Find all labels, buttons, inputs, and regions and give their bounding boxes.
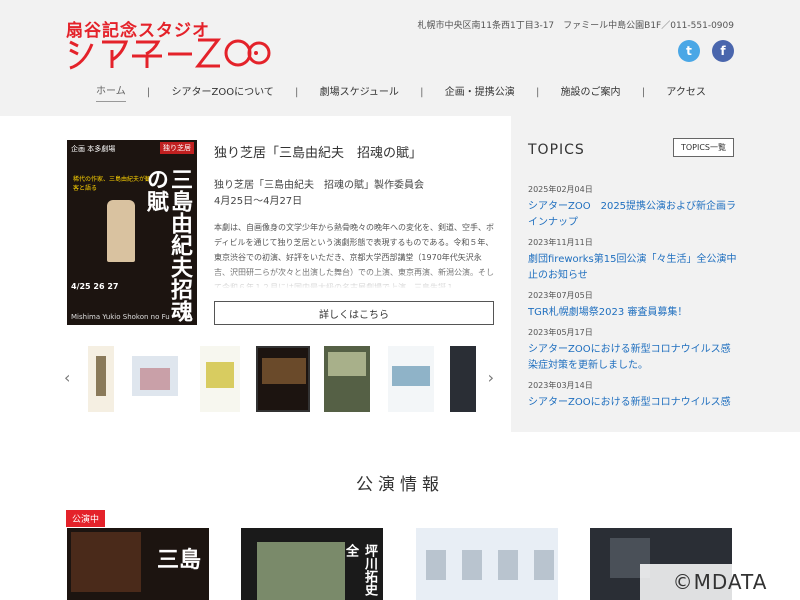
address-text: 札幌市中央区南11条西1丁目3-17 ファミール中島公園B1F／011-551-…	[417, 21, 734, 31]
carousel-thumb[interactable]	[450, 346, 476, 412]
feature-dates: 4月25日〜4月27日	[214, 196, 303, 207]
feature-title: 独り芝居「三島由紀夫 招魂の賦」	[214, 146, 423, 161]
show-card-label: 三島	[156, 548, 201, 573]
topic-item: 2023年03月14日 シアターZOOにおける新型コロナウイルス感染症対策	[528, 380, 738, 410]
topic-link[interactable]: シアターZOO 2025提携公演および新企画ラインナップ	[528, 199, 738, 231]
carousel-thumb[interactable]	[200, 346, 240, 412]
topic-date: 2025年02月04日	[528, 185, 593, 194]
site-header: 扇谷記念スタジオ 札幌市中央区南11条西1丁目3-17 ファミール中島公園B1F…	[0, 0, 800, 116]
poster-tagline: 稀代の作家、三島由紀夫が観客と語る	[73, 176, 152, 192]
topic-item: 2023年07月05日 TGR札幌劇場祭2023 審査員募集！	[528, 290, 738, 321]
topic-link[interactable]: シアターZOOにおける新型コロナウイルス感染症対策	[528, 395, 738, 410]
feature-poster[interactable]: 企画 本多劇場 独り芝居 稀代の作家、三島由紀夫が観客と語る 三島由紀夫招魂の賦…	[67, 140, 197, 325]
topics-list-button[interactable]: TOPICS一覧	[672, 138, 734, 157]
show-card[interactable]	[416, 528, 558, 600]
carousel-thumb[interactable]	[132, 356, 178, 396]
topic-date: 2023年07月05日	[528, 291, 593, 300]
poster-carousel: ‹ ›	[62, 342, 502, 416]
topic-date: 2023年11月11日	[528, 238, 593, 247]
topic-item: 2023年05月17日 シアターZOOにおける新型コロナウイルス感染症対策を更新…	[528, 327, 738, 374]
topic-date: 2023年03月14日	[528, 381, 593, 390]
topic-link[interactable]: 劇団fireworks第15回公演「々生活」全公演中止のお知らせ	[528, 252, 738, 284]
social-links: t f	[678, 40, 734, 62]
carousel-thumb[interactable]	[324, 346, 370, 412]
chevron-left-icon[interactable]: ‹	[64, 368, 70, 387]
facebook-icon[interactable]: f	[712, 40, 734, 62]
nav-separator: |	[295, 86, 299, 98]
feature-section: 企画 本多劇場 独り芝居 稀代の作家、三島由紀夫が観客と語る 三島由紀夫招魂の賦…	[0, 116, 511, 432]
poster-badge: 独り芝居	[160, 142, 194, 154]
nav-item-access[interactable]: アクセス	[666, 83, 706, 102]
description-fade	[214, 268, 494, 290]
topic-link[interactable]: TGR札幌劇場祭2023 審査員募集！	[528, 305, 738, 321]
poster-top-text: 企画 本多劇場	[71, 145, 116, 153]
carousel-thumb-active[interactable]	[256, 346, 310, 412]
shows-section-title: 公演情報	[356, 475, 444, 495]
topics-list[interactable]: 2025年02月04日 シアターZOO 2025提携公演および新企画ラインナップ…	[528, 178, 738, 410]
nav-separator: |	[146, 86, 151, 98]
topic-item: 2025年02月04日 シアターZOO 2025提携公演および新企画ラインナップ	[528, 184, 738, 231]
poster-dates: 4/25 26 27	[71, 282, 119, 291]
main-nav: ホーム | シアターZOOについて | 劇場スケジュール | 企画・提携公演 |…	[96, 82, 706, 102]
topic-link[interactable]: シアターZOOにおける新型コロナウイルス感染症対策を更新しました。	[528, 342, 738, 374]
nav-item-about[interactable]: シアターZOOについて	[172, 83, 274, 102]
nav-item-schedule[interactable]: 劇場スケジュール	[320, 83, 399, 102]
poster-english-title: Mishima Yukio Shokon no Fu	[71, 313, 170, 321]
twitter-icon[interactable]: t	[678, 40, 700, 62]
nav-separator: |	[420, 86, 424, 98]
nav-item-productions[interactable]: 企画・提携公演	[445, 83, 515, 102]
feature-organizer: 独り芝居「三島由紀夫 招魂の賦」製作委員会	[214, 180, 424, 191]
nav-item-home[interactable]: ホーム	[96, 82, 126, 102]
show-card[interactable]: 坪川拓史全	[241, 528, 383, 600]
show-card[interactable]: 三島	[67, 528, 209, 600]
poster-figure-image	[107, 200, 135, 262]
carousel-thumb[interactable]	[88, 346, 114, 412]
details-button[interactable]: 詳しくはこちら	[214, 301, 494, 325]
topics-panel: TOPICS TOPICS一覧 2025年02月04日 シアターZOO 2025…	[511, 116, 800, 432]
now-showing-badge: 公演中	[66, 510, 106, 527]
nav-separator: |	[535, 86, 540, 98]
chevron-right-icon[interactable]: ›	[488, 368, 494, 387]
topics-title: TOPICS	[528, 142, 585, 158]
show-card-label: 坪川拓史全	[343, 544, 377, 596]
topic-date: 2023年05月17日	[528, 328, 593, 337]
nav-separator: |	[641, 86, 646, 98]
carousel-thumb[interactable]	[388, 346, 434, 412]
theater-zoo-logo[interactable]	[66, 36, 271, 70]
topic-item: 2023年11月11日 劇団fireworks第15回公演「々生活」全公演中止の…	[528, 237, 738, 284]
poster-title: 三島由紀夫招魂の賦	[142, 168, 192, 322]
nav-item-facilities[interactable]: 施設のご案内	[561, 83, 621, 102]
watermark: ©MDATA	[640, 564, 800, 600]
